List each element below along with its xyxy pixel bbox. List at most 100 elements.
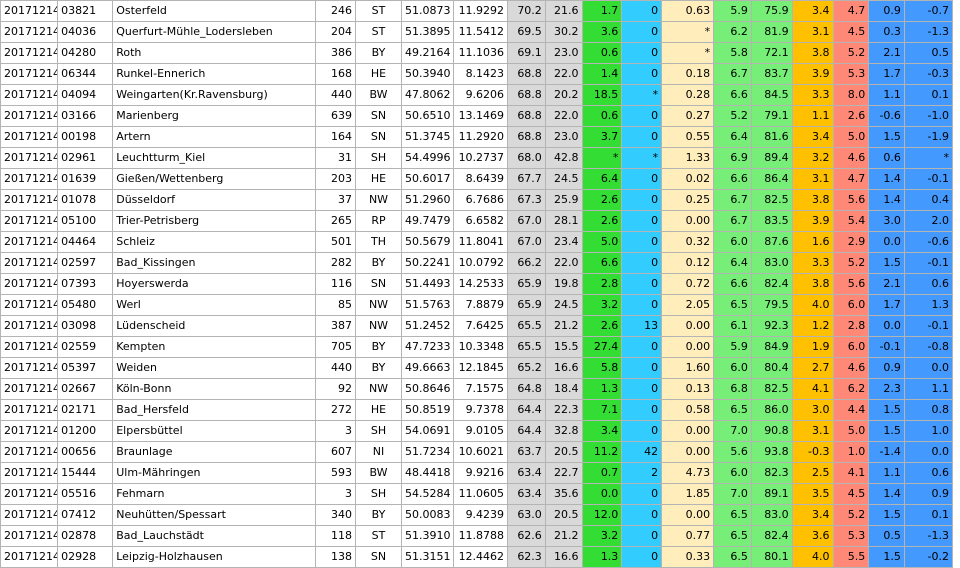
latitude-cell: 47.8062 xyxy=(400,84,454,106)
station-name-cell: Trier-Petrisberg xyxy=(112,210,317,232)
value-lightgreen-1-cell: 6.0 xyxy=(713,357,752,379)
value-blue-1-cell: -0.6 xyxy=(868,105,905,127)
value-green-cell: 1.3 xyxy=(581,378,623,400)
value-salmon-cell: 8.0 xyxy=(832,84,870,106)
value-green-cell: 5.8 xyxy=(581,357,623,379)
value-gray-2-cell: 16.6 xyxy=(544,357,583,379)
value-cyan-cell: 0 xyxy=(621,336,663,358)
value-green-cell: 3.2 xyxy=(581,525,623,547)
value-lightgreen-1-cell: 6.9 xyxy=(713,147,752,169)
date-cell: 20171214 xyxy=(0,357,59,379)
table-row: 20171214 04464 Schleiz 501 TH 50.5679 11.8041 6… xyxy=(0,231,954,253)
state-cell: BY xyxy=(355,42,402,64)
value-green-cell: 18.5 xyxy=(581,84,623,106)
value-green-cell: 7.1 xyxy=(581,399,623,421)
value-salmon-cell: 6.2 xyxy=(832,378,870,400)
value-salmon-cell: 4.6 xyxy=(832,147,870,169)
value-orange-cell: 3.5 xyxy=(791,483,834,505)
station-id-cell: 02928 xyxy=(57,546,114,568)
value-cream-cell: 0.13 xyxy=(661,378,715,400)
value-lightgreen-2-cell: 79.5 xyxy=(750,294,793,316)
value-blue-2-cell: -0.6 xyxy=(903,231,954,253)
station-id-cell: 04036 xyxy=(57,21,114,43)
value-cyan-cell: 0 xyxy=(621,420,663,442)
state-cell: NW xyxy=(355,189,402,211)
value-orange-cell: 3.9 xyxy=(791,63,834,85)
station-name-cell: Kempten xyxy=(112,336,317,358)
longitude-cell: 9.9216 xyxy=(452,462,509,484)
value-cream-cell: 0.77 xyxy=(661,525,715,547)
value-green-cell: 6.4 xyxy=(581,168,623,190)
date-cell: 20171214 xyxy=(0,483,59,505)
station-id-cell: 05516 xyxy=(57,483,114,505)
station-name-cell: Osterfeld xyxy=(112,0,317,22)
value-cyan-cell: 0 xyxy=(621,126,663,148)
station-id-cell: 04280 xyxy=(57,42,114,64)
value-green-cell: 0.6 xyxy=(581,105,623,127)
longitude-cell: 8.1423 xyxy=(452,63,509,85)
station-id-cell: 15444 xyxy=(57,462,114,484)
value-blue-1-cell: 1.5 xyxy=(868,126,905,148)
altitude-cell: 246 xyxy=(315,0,357,22)
value-cream-cell: 1.60 xyxy=(661,357,715,379)
value-blue-1-cell: -0.1 xyxy=(868,336,905,358)
altitude-cell: 168 xyxy=(315,63,357,85)
value-salmon-cell: 5.5 xyxy=(832,546,870,568)
table-row: 20171214 05480 Werl 85 NW 51.5763 7.8879 65.9 24… xyxy=(0,294,954,316)
value-gray-2-cell: 20.5 xyxy=(544,504,583,526)
station-name-cell: Querfurt-Mühle_Lodersleben xyxy=(112,21,317,43)
station-name-cell: Lüdenscheid xyxy=(112,315,317,337)
value-orange-cell: 3.4 xyxy=(791,126,834,148)
longitude-cell: 12.1845 xyxy=(452,357,509,379)
value-green-cell: 3.2 xyxy=(581,294,623,316)
value-blue-2-cell: 0.8 xyxy=(903,399,954,421)
latitude-cell: 50.8519 xyxy=(400,399,454,421)
latitude-cell: 48.4418 xyxy=(400,462,454,484)
value-salmon-cell: 5.6 xyxy=(832,189,870,211)
value-cream-cell: 0.00 xyxy=(661,210,715,232)
value-salmon-cell: 4.5 xyxy=(832,483,870,505)
value-cyan-cell: 0 xyxy=(621,294,663,316)
value-green-cell: 2.8 xyxy=(581,273,623,295)
altitude-cell: 37 xyxy=(315,189,357,211)
value-lightgreen-2-cell: 83.7 xyxy=(750,63,793,85)
longitude-cell: 11.2920 xyxy=(452,126,509,148)
value-orange-cell: 3.4 xyxy=(791,0,834,22)
table-row: 20171214 00198 Artern 164 SN 51.3745 11.2920 68… xyxy=(0,126,954,148)
altitude-cell: 265 xyxy=(315,210,357,232)
altitude-cell: 203 xyxy=(315,168,357,190)
altitude-cell: 31 xyxy=(315,147,357,169)
table-row: 20171214 05397 Weiden 440 BY 49.6663 12.1845 65… xyxy=(0,357,954,379)
value-cream-cell: * xyxy=(661,42,715,64)
value-gray-1-cell: 68.8 xyxy=(507,105,546,127)
value-gray-1-cell: 65.9 xyxy=(507,273,546,295)
value-green-cell: 11.2 xyxy=(581,441,623,463)
value-cyan-cell: 0 xyxy=(621,504,663,526)
value-blue-2-cell: * xyxy=(903,147,954,169)
longitude-cell: 7.6425 xyxy=(452,315,509,337)
station-name-cell: Roth xyxy=(112,42,317,64)
value-orange-cell: 3.4 xyxy=(791,504,834,526)
latitude-cell: 50.2241 xyxy=(400,252,454,274)
value-salmon-cell: 5.4 xyxy=(832,210,870,232)
value-cyan-cell: 0 xyxy=(621,357,663,379)
value-orange-cell: 3.8 xyxy=(791,189,834,211)
value-gray-1-cell: 68.0 xyxy=(507,147,546,169)
value-blue-2-cell: 0.6 xyxy=(903,273,954,295)
value-blue-2-cell: 1.0 xyxy=(903,420,954,442)
value-orange-cell: 4.0 xyxy=(791,294,834,316)
longitude-cell: 8.6439 xyxy=(452,168,509,190)
value-gray-1-cell: 63.0 xyxy=(507,504,546,526)
value-green-cell: 3.4 xyxy=(581,420,623,442)
value-green-cell: 5.0 xyxy=(581,231,623,253)
date-cell: 20171214 xyxy=(0,546,59,568)
value-cream-cell: 0.72 xyxy=(661,273,715,295)
value-blue-1-cell: 0.0 xyxy=(868,315,905,337)
value-blue-2-cell: -0.1 xyxy=(903,168,954,190)
latitude-cell: 54.0691 xyxy=(400,420,454,442)
altitude-cell: 272 xyxy=(315,399,357,421)
longitude-cell: 14.2533 xyxy=(452,273,509,295)
state-cell: SN xyxy=(355,105,402,127)
value-lightgreen-1-cell: 6.6 xyxy=(713,273,752,295)
station-name-cell: Weiden xyxy=(112,357,317,379)
